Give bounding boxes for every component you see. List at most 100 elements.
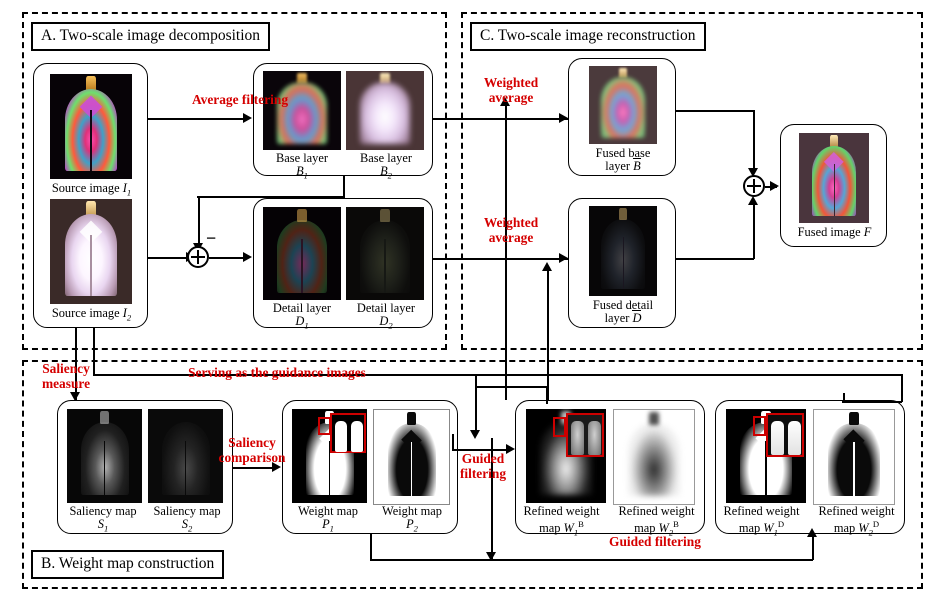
detail-layer-2-thumb bbox=[346, 207, 424, 300]
base-layer-1-thumb bbox=[263, 71, 341, 150]
edge-guidance-drop-1 bbox=[475, 374, 477, 434]
fused-image-thumb bbox=[799, 133, 869, 223]
saliency-maps-node: Saliency map S1 Saliency map S2 bbox=[57, 400, 233, 534]
edge-source1-to-base-arrow bbox=[243, 113, 252, 123]
label-saliency-measure: Saliency measure bbox=[41, 361, 91, 391]
figure-canvas: A. Two-scale image decomposition C. Two-… bbox=[0, 0, 937, 599]
weight-map-2-symbol: P2 bbox=[406, 517, 418, 534]
base-layer-1-caption: Base layer bbox=[276, 151, 328, 165]
edge-weight-right bbox=[370, 559, 492, 561]
label-guided-filtering-bottom: Guided filtering bbox=[609, 534, 701, 549]
fused-base-thumb bbox=[589, 66, 657, 144]
edge-saliency-to-weight bbox=[233, 467, 272, 469]
detail-layers-node: Detail layer D1 Detail layer D2 bbox=[253, 198, 433, 330]
edge-detail-to-weighted-avg bbox=[433, 258, 568, 260]
edge-refined-detail-up bbox=[547, 268, 549, 400]
weight-map-2-thumb bbox=[373, 409, 450, 505]
refined-weight-detail-2-caption: Refined weight bbox=[818, 504, 895, 518]
edge-guided-filtering-bottom-up bbox=[812, 536, 814, 560]
section-b-title: B. Weight map construction bbox=[31, 550, 225, 579]
fused-base-caption-line2: layer B bbox=[605, 158, 641, 173]
edge-weight-down bbox=[370, 534, 372, 560]
detail-layer-1-thumb bbox=[263, 207, 341, 300]
edge-guidance-right-drop bbox=[901, 374, 903, 402]
edge-base-left bbox=[197, 196, 345, 198]
edge-source1-to-base bbox=[148, 118, 243, 120]
refined-base-1-roi-marker bbox=[553, 417, 566, 437]
edge-detail-to-weighted-avg-arrow bbox=[559, 253, 568, 263]
edge-base-to-weighted-avg bbox=[433, 118, 568, 120]
saliency-map-1-caption: Saliency map bbox=[69, 504, 137, 518]
source-images-node: Source image I1 Source image I2 bbox=[33, 63, 148, 328]
refined-detail-1-roi-inset bbox=[766, 413, 804, 457]
edge-fusedbase-right bbox=[676, 110, 754, 112]
saliency-map-2-symbol: S2 bbox=[181, 517, 193, 534]
edge-fuseddetail-right bbox=[676, 258, 754, 260]
label-guided-filtering: Guided filtering bbox=[459, 451, 507, 481]
detail-layer-1-caption: Detail layer bbox=[272, 301, 332, 315]
edge-refined-detail-up-arrow bbox=[542, 262, 552, 271]
edge-guided-filtering-bottom bbox=[491, 559, 813, 561]
refined-weight-detail-1-caption: Refined weight bbox=[723, 504, 800, 518]
section-a-title: A. Two-scale image decomposition bbox=[31, 22, 271, 51]
add-operator bbox=[743, 175, 765, 197]
label-saliency-comparison: Saliency comparison bbox=[218, 435, 286, 465]
refined-weight-detail-node: Refined weight map W1D Refined weight ma… bbox=[715, 400, 905, 538]
edge-gf-stub bbox=[452, 434, 454, 450]
fused-detail-caption-line2: layer D bbox=[604, 310, 642, 325]
minus-sign: − bbox=[206, 228, 217, 248]
edge-sum-to-detail-arrow bbox=[243, 252, 252, 262]
detail-layer-2-symbol: D2 bbox=[379, 314, 393, 331]
edge-source2-to-sum bbox=[148, 257, 186, 259]
source-image-2-caption: Source image I2 bbox=[51, 306, 132, 323]
edge-sources-down-a-arrow bbox=[70, 392, 80, 401]
saliency-map-1-symbol: S1 bbox=[97, 517, 109, 534]
detail-layer-1-symbol: D1 bbox=[295, 314, 309, 331]
subtract-operator bbox=[187, 246, 209, 268]
refined-weight-detail-1-thumb bbox=[726, 409, 806, 503]
label-serving-guidance: Serving as the guidance images bbox=[188, 365, 366, 380]
edge-guided-filtering-bottom-arrow bbox=[807, 528, 817, 537]
weight-map-1-roi-inset bbox=[330, 413, 366, 453]
section-c-title: C. Two-scale image reconstruction bbox=[470, 22, 706, 51]
edge-guidance-right-tail bbox=[843, 393, 845, 403]
edge-fusedbase-down bbox=[753, 110, 755, 172]
fused-image-node: Fused image F bbox=[780, 124, 887, 247]
refined-weight-base-2-thumb bbox=[613, 409, 695, 505]
label-average-filtering: Average filtering bbox=[191, 92, 289, 107]
refined-base-1-roi-inset bbox=[566, 413, 604, 457]
edge-base-into-sum bbox=[198, 196, 200, 246]
source-image-1-thumb bbox=[50, 74, 132, 179]
weight-map-1-symbol: P1 bbox=[322, 517, 334, 534]
refined-detail-1-roi-marker bbox=[753, 416, 766, 436]
fused-detail-thumb bbox=[589, 206, 657, 296]
base-layers-node: Base layer B1 Base layer B2 bbox=[253, 63, 433, 180]
refined-weight-base-1-thumb bbox=[526, 409, 606, 503]
edge-base-to-weighted-avg-arrow bbox=[559, 113, 568, 123]
edge-guidance-drop-1-arrow bbox=[470, 430, 480, 439]
source-image-1-caption: Source image I1 bbox=[51, 181, 132, 198]
edge-sum-to-fused-image-arrow bbox=[770, 181, 779, 191]
refined-weight-detail-2-thumb bbox=[813, 409, 895, 505]
saliency-map-1-thumb bbox=[67, 409, 142, 503]
fused-detail-layer-node: Fused detail layer D bbox=[568, 198, 676, 328]
edge-sum-to-detail bbox=[209, 257, 243, 259]
edge-fuseddetail-up-arrow bbox=[748, 196, 758, 205]
fused-base-layer-node: Fused base layer B bbox=[568, 58, 676, 176]
edge-guidance-right-in bbox=[842, 401, 902, 403]
edge-base-down bbox=[343, 176, 345, 197]
fused-base-caption-line1: Fused base bbox=[595, 146, 651, 160]
fused-detail-caption-line1: Fused detail bbox=[592, 298, 654, 312]
weight-map-2-caption: Weight map bbox=[382, 504, 442, 518]
refined-weight-base-2-caption: Refined weight bbox=[618, 504, 695, 518]
label-weighted-average-bottom: Weighted average bbox=[483, 215, 539, 245]
base-layer-2-caption: Base layer bbox=[360, 151, 412, 165]
label-weighted-average-top: Weighted average bbox=[483, 75, 539, 105]
base-layer-2-thumb bbox=[346, 71, 424, 150]
weight-maps-node: Weight map P1 Weight map P2 bbox=[282, 400, 458, 534]
detail-layer-2-caption: Detail layer bbox=[356, 301, 416, 315]
fused-image-caption: Fused image F bbox=[797, 225, 872, 239]
edge-guidance-branch bbox=[475, 386, 547, 388]
refined-weight-base-1-caption: Refined weight bbox=[523, 504, 600, 518]
base-layer-1-symbol: B1 bbox=[296, 164, 308, 181]
